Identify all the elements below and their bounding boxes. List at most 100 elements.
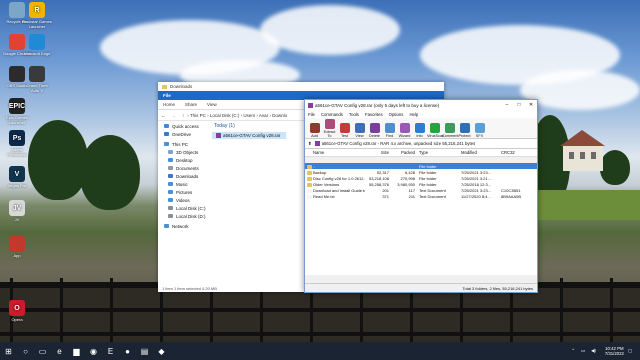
windows-start-icon[interactable]: ⊞ [0,342,17,360]
winrar-title: a561ce-GTAV Config v28.rar (only 5 days … [315,102,440,108]
nav-item-icon [168,166,173,170]
ribbon-tab-view[interactable]: View [202,102,222,107]
nav-item[interactable]: Downloads [158,172,210,180]
breadcrumb[interactable]: › This PC › Local Disk (C:) › Users › Av… [187,113,287,118]
winrar-titlebar[interactable]: a561ce-GTAV Config v28.rar (only 5 days … [305,100,537,110]
desktop-icon[interactable]: Microsoft Edge [22,34,52,56]
cell-type: File folder [419,181,437,187]
toolbar-button-label: Wizard [398,134,411,138]
menu-item[interactable]: Commands [318,112,346,117]
nav-item-icon [168,198,173,202]
column-type[interactable]: Type [415,150,461,155]
column-size[interactable]: Size [365,150,389,155]
clock[interactable]: 10:42 PM 7/31/2022 [605,346,624,356]
ribbon-tab-home[interactable]: Home [158,102,180,107]
forward-arrow-icon[interactable]: → [169,113,180,118]
folder-icon [307,170,312,175]
column-name[interactable]: Name [305,150,365,155]
nav-item[interactable]: This PC [158,140,210,148]
nav-item-label: This PC [172,141,189,147]
app-icon[interactable]: ◆ [153,342,170,360]
up-folder-icon[interactable]: ⬆ [305,141,315,147]
desktop-icon[interactable]: O Opera [2,300,32,322]
toolbar-button[interactable]: Protect [457,123,472,138]
toolbar-button[interactable]: Wizard [397,123,412,138]
column-packed[interactable]: Packed [389,150,415,155]
menu-item[interactable]: Tools [346,112,362,117]
toolbar-button[interactable]: Extract To [322,119,337,138]
nav-item[interactable]: Pictures [158,188,210,196]
winrar-window[interactable]: a561ce-GTAV Config v28.rar (only 5 days … [304,99,538,293]
menu-item[interactable]: Options [386,112,407,117]
edge-icon[interactable]: e [51,342,68,360]
nav-item[interactable]: Network [158,222,210,230]
cell-packed: 211 [408,193,415,199]
nav-item[interactable]: Music [158,180,210,188]
nav-item-icon [168,174,173,178]
desktop-icon[interactable]: EPIC Epic Games Launcher [2,98,32,125]
folder-icon [162,84,167,89]
toolbar-button-label: VirusScan [427,134,445,138]
nav-item[interactable]: OneDrive [158,130,210,138]
toolbar-button[interactable]: Info [412,123,427,138]
desktop-icon-label: Adobe Photoshop [7,147,27,157]
desktop-icon[interactable]: V Vegas Pro [2,166,32,188]
desktop-icon[interactable]: R Rockstar Games Launcher [22,2,52,29]
cell-name: Backup [305,170,365,175]
winrar-pathbar[interactable]: ⬆ a561ce-GTAV Config v28.rar - RAR 4.x a… [305,138,537,149]
cell-type: Text Document [419,193,446,199]
gtav-icon [29,66,45,82]
toolbar-button[interactable]: Comment [442,123,458,138]
nav-item[interactable]: Documents [158,164,210,172]
toolbar-button[interactable]: Delete [367,123,382,138]
file-item[interactable]: a561ce-GTAV Config v28.rar [212,132,286,139]
table-row[interactable]: Download and Install Guide.txt 201 117 Text… [305,187,537,193]
menu-item[interactable]: Help [406,112,421,117]
nav-item[interactable]: Local Disk (C:) [158,204,210,212]
desktop-icon-label: Opera [11,317,23,322]
desktop-icon[interactable]: Grand Theft Auto V [22,66,52,93]
obs-icon[interactable]: ● [119,342,136,360]
maximize-icon[interactable]: □ [513,100,525,110]
column-crc32[interactable]: CRC32 [501,150,529,155]
table-row[interactable]: Read Me.txt 371 211 Text Document 11/27/2020… [305,193,537,199]
nav-item[interactable]: Local Disk (D:) [158,212,210,220]
cell-type: Text Document [419,187,446,193]
notification-icon[interactable]: ▢ [624,348,636,354]
search-icon[interactable]: ○ [17,342,34,360]
toolbar-button[interactable]: Test [337,123,352,138]
desktop-icon[interactable]: App [2,236,32,258]
column-modified[interactable]: Modified [461,150,501,155]
chrome-icon[interactable]: ◉ [85,342,102,360]
toolbar-button[interactable]: View [352,123,367,138]
epic-icon[interactable]: E [102,342,119,360]
desktop-icon[interactable]: JV JV [2,200,32,222]
explorer-titlebar[interactable]: Downloads [158,82,444,91]
nav-item-icon [168,190,173,194]
menu-item[interactable]: File [305,112,318,117]
toolbar-button[interactable]: SFX [472,123,487,138]
chevron-up-icon[interactable]: ⌃ [568,348,578,354]
ribbon-tab-file[interactable]: File [158,93,176,98]
cell-name: .. [305,164,365,169]
minimize-icon[interactable]: – [501,100,513,110]
nav-item-icon [168,158,173,162]
ribbon-tab-share[interactable]: Share [180,102,202,107]
task-view-icon[interactable]: ▭ [34,342,51,360]
menu-item[interactable]: Favorites [362,112,386,117]
nav-item[interactable]: Desktop [158,156,210,164]
network-icon[interactable]: ▭ [578,348,588,354]
nav-item[interactable]: Videos [158,196,210,204]
nav-item[interactable]: 3D Objects [158,148,210,156]
up-arrow-icon[interactable]: ↑ [179,113,187,118]
toolbar-button[interactable]: Add [307,123,322,138]
toolbar-button[interactable]: VirusScan [427,123,445,138]
desktop-icon[interactable]: Ps Adobe Photoshop [2,130,32,157]
nav-item[interactable]: Quick access [158,122,210,130]
winrar-icon[interactable]: ▤ [136,342,153,360]
back-arrow-icon[interactable]: ← [158,113,169,118]
close-icon[interactable]: ✕ [525,100,537,110]
file-explorer-icon[interactable]: ▆ [68,342,85,360]
toolbar-button[interactable]: Find [382,123,397,138]
volume-icon[interactable]: ◀) [588,348,599,354]
